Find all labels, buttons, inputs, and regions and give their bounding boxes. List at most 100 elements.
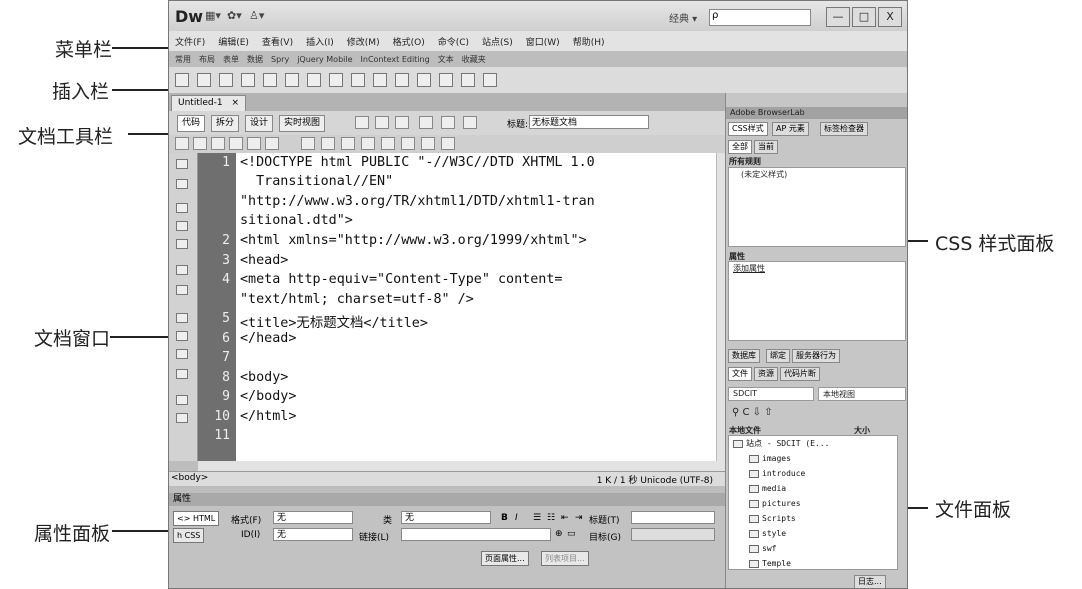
- insert-tab-jquery-mobile[interactable]: jQuery Mobile: [297, 55, 352, 64]
- close-icon[interactable]: ×: [231, 98, 239, 108]
- syntax-side-icon[interactable]: [176, 349, 188, 359]
- show-code-navigator-icon[interactable]: [193, 137, 207, 150]
- extend-icon[interactable]: ✿▾: [227, 9, 242, 22]
- italic-button[interactable]: I: [515, 513, 518, 523]
- layout-icon[interactable]: ▦▾: [205, 9, 221, 22]
- folder-temple[interactable]: Temple: [749, 559, 791, 568]
- file-management-icon[interactable]: [395, 116, 409, 129]
- refresh-icon[interactable]: [463, 116, 477, 129]
- bold-button[interactable]: B: [501, 513, 508, 523]
- insert-tab-forms[interactable]: 表单: [223, 54, 239, 65]
- tag-selector[interactable]: <body>: [171, 473, 208, 483]
- show-navigator-icon[interactable]: [176, 179, 188, 189]
- tag-chooser-icon[interactable]: [483, 73, 497, 87]
- comment-icon[interactable]: [395, 73, 409, 87]
- properties-header[interactable]: 属性: [169, 493, 725, 506]
- page-properties-button[interactable]: 页面属性...: [481, 551, 529, 566]
- menu-file[interactable]: 文件(F): [175, 35, 205, 48]
- div-icon[interactable]: [285, 73, 299, 87]
- date-icon[interactable]: [351, 73, 365, 87]
- preview-icon[interactable]: [375, 116, 389, 129]
- select-parent-tag-icon[interactable]: [265, 137, 279, 150]
- folder-introduce[interactable]: introduce: [749, 469, 805, 478]
- id-select[interactable]: 无: [273, 528, 353, 541]
- code-editor[interactable]: <!DOCTYPE html PUBLIC "-//W3C//DTD XHTML…: [236, 153, 716, 461]
- wrap-tag-icon[interactable]: [441, 137, 455, 150]
- maximize-button[interactable]: □: [852, 7, 876, 27]
- search-input[interactable]: ρ: [709, 9, 811, 26]
- log-button[interactable]: 日志...: [854, 575, 886, 588]
- add-property-link[interactable]: 添加属性: [733, 263, 765, 274]
- browse-folder-icon[interactable]: ▭: [567, 529, 576, 539]
- css-all-button[interactable]: 全部: [728, 140, 752, 154]
- menu-help[interactable]: 帮助(H): [573, 35, 605, 48]
- menu-format[interactable]: 格式(O): [393, 35, 425, 48]
- minimize-button[interactable]: —: [826, 7, 850, 27]
- code-horizontal-scrollbar[interactable]: [198, 461, 725, 471]
- design-view-button[interactable]: 设计: [245, 115, 274, 132]
- menu-insert[interactable]: 插入(I): [306, 35, 334, 48]
- tab-bindings[interactable]: 绑定: [766, 349, 790, 363]
- css-properties-list[interactable]: 添加属性: [728, 261, 906, 341]
- highlight-invalid-icon[interactable]: [341, 137, 355, 150]
- menu-window[interactable]: 窗口(W): [526, 35, 560, 48]
- collapse-selection-side-icon[interactable]: [176, 221, 188, 231]
- auto-indent-icon[interactable]: [381, 137, 395, 150]
- syntax-coloring-icon[interactable]: [361, 137, 375, 150]
- line-numbers-side-icon[interactable]: [176, 313, 188, 323]
- document-tab[interactable]: Untitled-1 ×: [171, 95, 246, 111]
- site-icon[interactable]: ♙▾: [249, 9, 264, 22]
- format-select[interactable]: 无: [273, 511, 353, 524]
- apply-comment-icon[interactable]: [401, 137, 415, 150]
- insert-tab-text[interactable]: 文本: [438, 54, 454, 65]
- live-view-button[interactable]: 实时视图: [279, 115, 326, 132]
- menu-edit[interactable]: 编辑(E): [218, 35, 249, 48]
- anchor-icon[interactable]: [219, 73, 233, 87]
- collapse-tag-icon[interactable]: [211, 137, 225, 150]
- unordered-list-icon[interactable]: ☰: [533, 513, 541, 523]
- heading-input[interactable]: [631, 511, 715, 524]
- ordered-list-icon[interactable]: ☷: [547, 513, 555, 523]
- list-item-button[interactable]: 列表项目...: [541, 551, 589, 566]
- undefined-style-item[interactable]: (未定义样式): [741, 169, 787, 180]
- tab-ap-elements[interactable]: AP 元素: [772, 122, 809, 136]
- close-button[interactable]: X: [878, 7, 902, 27]
- indent-icon[interactable]: ⇥: [575, 513, 583, 523]
- css-rules-list[interactable]: (未定义样式): [728, 167, 906, 247]
- menu-commands[interactable]: 命令(C): [438, 35, 469, 48]
- remove-comment-icon[interactable]: [421, 137, 435, 150]
- templates-icon[interactable]: [461, 73, 475, 87]
- class-select[interactable]: 无: [401, 511, 491, 524]
- insert-tab-data[interactable]: 数据: [247, 54, 263, 65]
- insert-tab-layout[interactable]: 布局: [199, 54, 215, 65]
- hr-icon[interactable]: [241, 73, 255, 87]
- select-parent-icon[interactable]: [176, 265, 188, 275]
- folder-swf[interactable]: swf: [749, 544, 776, 553]
- folder-media[interactable]: media: [749, 484, 786, 493]
- line-numbers-icon[interactable]: [321, 137, 335, 150]
- multiscreen-icon[interactable]: [355, 116, 369, 129]
- tab-css-styles[interactable]: CSS样式: [728, 122, 768, 136]
- open-documents-icon[interactable]: [175, 137, 189, 150]
- insert-tab-favorites[interactable]: 收藏夹: [462, 54, 486, 65]
- email-link-icon[interactable]: [197, 73, 211, 87]
- balance-side-icon[interactable]: [176, 285, 188, 295]
- css-mode-button[interactable]: h CSS: [173, 528, 205, 543]
- expand-all-side-icon[interactable]: [176, 239, 188, 249]
- indent-side-icon[interactable]: [176, 369, 188, 379]
- collapse-full-tag-icon[interactable]: [176, 203, 188, 213]
- code-view-button[interactable]: 代码: [177, 115, 206, 132]
- image-icon[interactable]: [307, 73, 321, 87]
- site-select[interactable]: SDCIT: [728, 387, 814, 401]
- folder-images[interactable]: images: [749, 454, 791, 463]
- comment-side-icon[interactable]: [176, 395, 188, 405]
- tab-tag-inspector[interactable]: 标签检查器: [820, 122, 868, 136]
- document-title-input[interactable]: 无标题文档: [529, 115, 649, 129]
- server-include-icon[interactable]: [373, 73, 387, 87]
- open-docs-icon[interactable]: [176, 159, 188, 169]
- split-view-button[interactable]: 拆分: [211, 115, 240, 132]
- target-select[interactable]: [631, 528, 715, 541]
- tab-databases[interactable]: 数据库: [728, 349, 760, 363]
- hyperlink-icon[interactable]: [175, 73, 189, 87]
- tab-snippets[interactable]: 代码片断: [780, 367, 820, 381]
